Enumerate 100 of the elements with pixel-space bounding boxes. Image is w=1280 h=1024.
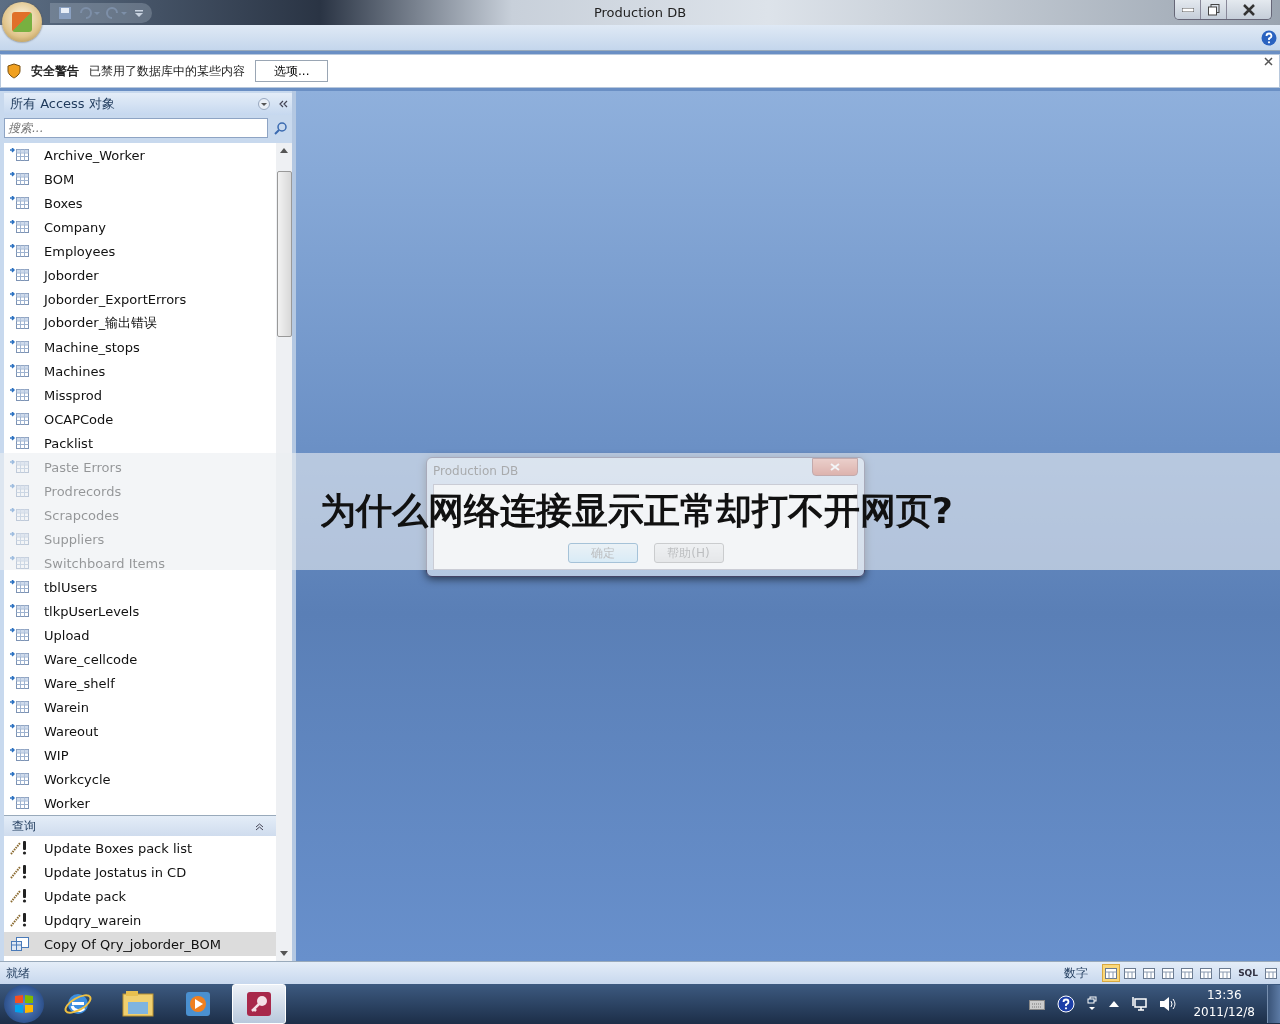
- view-button[interactable]: [1102, 964, 1121, 982]
- key-icon: [244, 989, 274, 1019]
- table-icon: [10, 196, 30, 210]
- table-icon: [10, 292, 30, 306]
- window-icon[interactable]: [1087, 996, 1098, 1012]
- close-button[interactable]: [1227, 0, 1271, 19]
- table-icon: [10, 436, 30, 450]
- banner-headline: 为什么网络连接显示正常却打不开网页?: [320, 489, 953, 533]
- table-item[interactable]: Missprod: [4, 383, 276, 407]
- table-item[interactable]: BOM: [4, 167, 276, 191]
- table-icon: [10, 412, 30, 426]
- customize-toolbar-icon[interactable]: [134, 7, 144, 18]
- help-icon[interactable]: [1057, 995, 1076, 1013]
- clock-time[interactable]: 13:36: [1206, 987, 1242, 1004]
- security-warning-message: 已禁用了数据库中的某些内容: [89, 62, 245, 80]
- query-item[interactable]: Update pack: [4, 884, 276, 908]
- query-item[interactable]: Update Jostatus in CD: [4, 860, 276, 884]
- table-item[interactable]: Joborder_ExportErrors: [4, 287, 276, 311]
- dialog-title: Production DB: [433, 464, 519, 478]
- table-icon: [10, 244, 30, 258]
- search-field[interactable]: 搜索...: [4, 118, 268, 138]
- table-icon: [10, 556, 30, 570]
- table-icon: [10, 700, 30, 714]
- options-button[interactable]: 选项...: [255, 60, 329, 82]
- search-icon[interactable]: [274, 121, 288, 135]
- scrollbar[interactable]: [276, 143, 292, 961]
- table-icon: [10, 772, 30, 786]
- num-lock-indicator: 数字: [1064, 964, 1089, 982]
- table-item[interactable]: Ware_shelf: [4, 671, 276, 695]
- close-icon[interactable]: [1264, 57, 1273, 66]
- windows-logo-icon: [13, 993, 35, 1015]
- close-icon: [1242, 3, 1256, 16]
- table-icon: [10, 580, 30, 594]
- network-icon[interactable]: [1131, 996, 1148, 1012]
- minimize-icon: [1181, 7, 1194, 12]
- query-item[interactable]: Updqry_warein: [4, 908, 276, 932]
- table-item[interactable]: Joborder: [4, 263, 276, 287]
- table-item[interactable]: Company: [4, 215, 276, 239]
- table-icon: [10, 388, 30, 402]
- table-item[interactable]: Joborder_输出错误: [4, 311, 276, 335]
- queries-group-header[interactable]: 查询: [4, 815, 276, 836]
- table-icon: [10, 364, 30, 378]
- query-item[interactable]: Copy Of Qry_joborder_BOM: [4, 932, 276, 956]
- table-item[interactable]: Worker: [4, 791, 276, 815]
- scroll-up-icon[interactable]: [280, 147, 288, 153]
- close-icon: [830, 463, 840, 471]
- table-icon: [10, 724, 30, 738]
- table-item[interactable]: Packlist: [4, 431, 276, 455]
- table-icon: [10, 508, 30, 522]
- table-icon: [10, 748, 30, 762]
- table-icon: [10, 148, 30, 162]
- table-icon: [10, 796, 30, 810]
- navigation-pane-title: 所有 Access 对象: [10, 95, 116, 113]
- query-item[interactable]: Update Boxes pack list: [4, 836, 276, 860]
- collapse-pane-icon[interactable]: [278, 99, 288, 109]
- table-item[interactable]: Machine_stops: [4, 335, 276, 359]
- table-icon: [10, 268, 30, 282]
- restore-icon: [1207, 3, 1220, 16]
- sql-view-button[interactable]: SQL: [1235, 964, 1261, 982]
- show-hidden-icons[interactable]: [1109, 1000, 1120, 1008]
- folder-icon[interactable]: [122, 990, 154, 1018]
- query-grid-icon: [10, 936, 30, 952]
- access-taskbar-button[interactable]: [232, 984, 286, 1024]
- table-icon: [10, 220, 30, 234]
- table-item[interactable]: Warein: [4, 695, 276, 719]
- table-item[interactable]: Employees: [4, 239, 276, 263]
- dropdown-icon[interactable]: [258, 98, 270, 110]
- scrollbar-thumb[interactable]: [276, 171, 292, 337]
- table-icon: [10, 604, 30, 618]
- scroll-down-icon[interactable]: [280, 951, 288, 957]
- volume-icon[interactable]: [1159, 996, 1178, 1012]
- media-player-icon[interactable]: [184, 990, 212, 1018]
- status-text: 就绪: [6, 964, 31, 982]
- help-icon[interactable]: [1261, 29, 1277, 46]
- office-button[interactable]: [2, 2, 42, 42]
- table-item[interactable]: Boxes: [4, 191, 276, 215]
- table-icon: [10, 172, 30, 186]
- table-icon: [10, 652, 30, 666]
- table-item[interactable]: Upload: [4, 623, 276, 647]
- table-icon: [10, 316, 30, 330]
- save-icon[interactable]: [58, 5, 72, 20]
- table-item[interactable]: tlkpUserLevels: [4, 599, 276, 623]
- table-item[interactable]: Workcycle: [4, 767, 276, 791]
- security-warning-title: 安全警告: [31, 62, 79, 80]
- table-item[interactable]: OCAPCode: [4, 407, 276, 431]
- table-icon: [10, 484, 30, 498]
- table-item[interactable]: Wareout: [4, 719, 276, 743]
- table-item[interactable]: tblUsers: [4, 575, 276, 599]
- window-title: Production DB: [592, 5, 688, 20]
- table-item[interactable]: Ware_cellcode: [4, 647, 276, 671]
- clock-date[interactable]: 2011/12/8: [1193, 1004, 1255, 1021]
- table-icon: [10, 532, 30, 546]
- table-item[interactable]: WIP: [4, 743, 276, 767]
- table-item[interactable]: Machines: [4, 359, 276, 383]
- keyboard-icon[interactable]: [1029, 998, 1046, 1010]
- table-item[interactable]: Archive_Worker: [4, 143, 276, 167]
- start-button[interactable]: [4, 985, 44, 1023]
- shield-icon: [7, 63, 21, 79]
- restore-button[interactable]: [1201, 0, 1227, 19]
- table-icon: [10, 628, 30, 642]
